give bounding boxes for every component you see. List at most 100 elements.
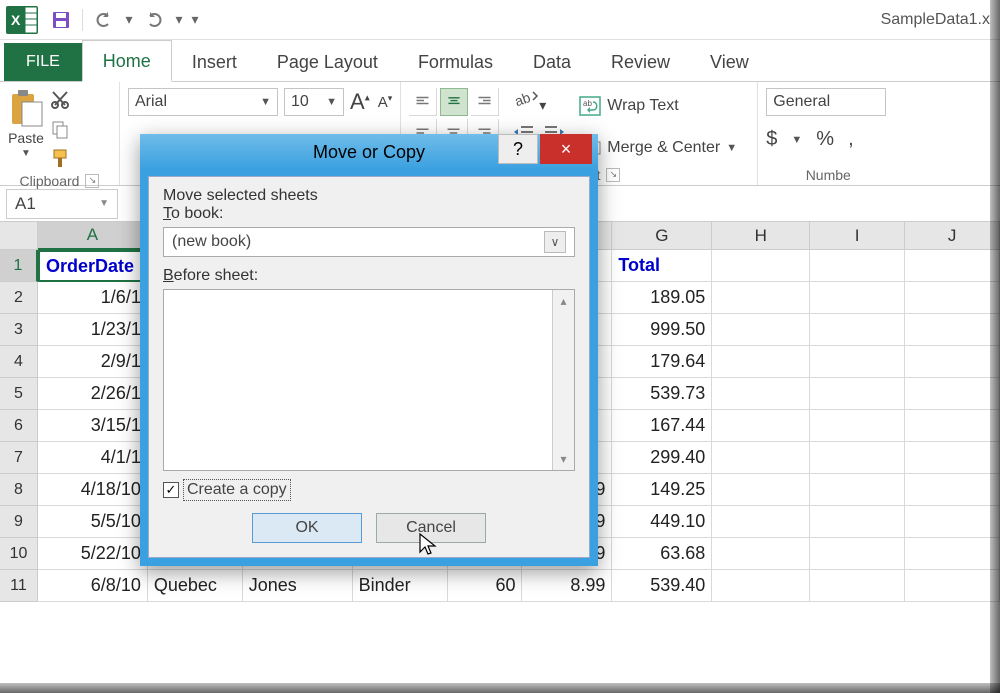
cell[interactable] — [810, 538, 905, 570]
row-header[interactable]: 3 — [0, 314, 38, 346]
cell[interactable]: 167.44 — [612, 410, 712, 442]
clipboard-dialog-launcher[interactable]: ↘ — [85, 174, 99, 188]
cell[interactable] — [905, 282, 1000, 314]
currency-icon[interactable]: $ — [766, 128, 777, 151]
cell[interactable] — [905, 538, 1000, 570]
row-header[interactable]: 11 — [0, 570, 38, 602]
cell[interactable] — [905, 474, 1000, 506]
wrap-text-button[interactable]: abWrap Text — [579, 90, 749, 122]
cell[interactable] — [810, 506, 905, 538]
font-size-select[interactable]: 10▼ — [284, 88, 344, 116]
cell[interactable]: 6/8/10 — [38, 570, 148, 602]
cell[interactable] — [712, 314, 810, 346]
row-header[interactable]: 7 — [0, 442, 38, 474]
cell[interactable]: 5/5/10 — [38, 506, 148, 538]
cut-icon[interactable] — [50, 90, 70, 113]
name-box[interactable]: A1▼ — [6, 189, 118, 219]
cell[interactable] — [712, 250, 810, 282]
cell[interactable] — [810, 442, 905, 474]
decrease-font-icon[interactable]: A▾ — [378, 93, 393, 111]
col-header-G[interactable]: G — [612, 222, 712, 250]
alignment-dialog-launcher[interactable]: ↘ — [606, 168, 620, 182]
comma-icon[interactable]: , — [848, 128, 854, 151]
cell[interactable]: 999.50 — [612, 314, 712, 346]
before-sheet-listbox[interactable]: ▴▾ — [163, 289, 575, 471]
dialog-titlebar[interactable]: Move or Copy ? × — [140, 134, 598, 170]
cell[interactable] — [810, 346, 905, 378]
font-name-select[interactable]: Arial▼ — [128, 88, 278, 116]
to-book-combo[interactable]: (new book)∨ — [163, 227, 575, 257]
format-painter-icon[interactable] — [50, 148, 70, 171]
cell[interactable]: Binder — [353, 570, 448, 602]
tab-formulas[interactable]: Formulas — [398, 42, 513, 81]
tab-data[interactable]: Data — [513, 42, 591, 81]
cell[interactable] — [905, 346, 1000, 378]
cell[interactable] — [712, 570, 810, 602]
row-header[interactable]: 9 — [0, 506, 38, 538]
col-header-J[interactable]: J — [905, 222, 1000, 250]
listbox-scrollbar[interactable]: ▴▾ — [552, 290, 574, 470]
cell[interactable] — [810, 410, 905, 442]
paste-button[interactable]: Paste ▼ — [8, 88, 44, 159]
cell[interactable]: 539.40 — [612, 570, 712, 602]
tab-view[interactable]: View — [690, 42, 769, 81]
cell[interactable] — [905, 442, 1000, 474]
cell[interactable] — [905, 570, 1000, 602]
cell[interactable]: 2/26/1 — [38, 378, 148, 410]
cell[interactable] — [905, 410, 1000, 442]
cell[interactable] — [810, 474, 905, 506]
merge-center-button[interactable]: Merge & Center ▼ — [579, 132, 749, 164]
col-header-A[interactable]: A — [38, 222, 148, 250]
create-copy-checkbox[interactable]: ✓ — [163, 482, 179, 498]
cell[interactable] — [810, 282, 905, 314]
cell[interactable]: 189.05 — [612, 282, 712, 314]
qat-undo-menu[interactable]: ▾ — [121, 3, 137, 37]
cell[interactable]: Total — [612, 250, 712, 282]
cell[interactable] — [712, 506, 810, 538]
cell[interactable] — [810, 378, 905, 410]
ok-button[interactable]: OK — [252, 513, 362, 543]
select-all-corner[interactable] — [0, 222, 38, 250]
row-header[interactable]: 8 — [0, 474, 38, 506]
cell[interactable]: 2/9/1 — [38, 346, 148, 378]
create-copy-label[interactable]: Create a copy — [185, 481, 289, 499]
align-top-right-icon[interactable] — [471, 88, 499, 116]
row-header[interactable]: 2 — [0, 282, 38, 314]
cell[interactable] — [905, 378, 1000, 410]
cell[interactable]: 60 — [448, 570, 523, 602]
qat-save-button[interactable] — [44, 3, 78, 37]
cell[interactable] — [905, 506, 1000, 538]
cell[interactable]: Quebec — [148, 570, 243, 602]
cell[interactable]: 63.68 — [612, 538, 712, 570]
col-header-H[interactable]: H — [712, 222, 810, 250]
cell[interactable]: Jones — [243, 570, 353, 602]
cell[interactable] — [712, 378, 810, 410]
percent-icon[interactable]: % — [816, 128, 834, 151]
tab-pagelayout[interactable]: Page Layout — [257, 42, 398, 81]
qat-customize[interactable]: ▾ — [187, 3, 203, 37]
cell[interactable]: 1/23/1 — [38, 314, 148, 346]
cell[interactable]: 149.25 — [612, 474, 712, 506]
copy-icon[interactable] — [50, 119, 70, 142]
cell[interactable]: 1/6/1 — [38, 282, 148, 314]
cell[interactable] — [810, 250, 905, 282]
qat-undo-button[interactable] — [87, 3, 121, 37]
orientation-icon[interactable]: ab▾ — [513, 88, 565, 114]
align-top-left-icon[interactable] — [409, 88, 437, 116]
number-format-select[interactable]: General — [766, 88, 886, 116]
cell[interactable] — [712, 410, 810, 442]
cell[interactable]: 179.64 — [612, 346, 712, 378]
cell[interactable]: OrderDate — [38, 250, 148, 282]
cell[interactable] — [810, 570, 905, 602]
cell[interactable] — [712, 282, 810, 314]
dialog-close-button[interactable]: × — [540, 134, 592, 164]
cell[interactable] — [712, 538, 810, 570]
cell[interactable] — [712, 442, 810, 474]
col-header-I[interactable]: I — [810, 222, 905, 250]
qat-redo-button[interactable] — [137, 3, 171, 37]
row-header[interactable]: 4 — [0, 346, 38, 378]
tab-home[interactable]: Home — [82, 40, 172, 82]
qat-redo-menu[interactable]: ▾ — [171, 3, 187, 37]
cancel-button[interactable]: Cancel — [376, 513, 486, 543]
cell[interactable]: 5/22/10 — [38, 538, 148, 570]
